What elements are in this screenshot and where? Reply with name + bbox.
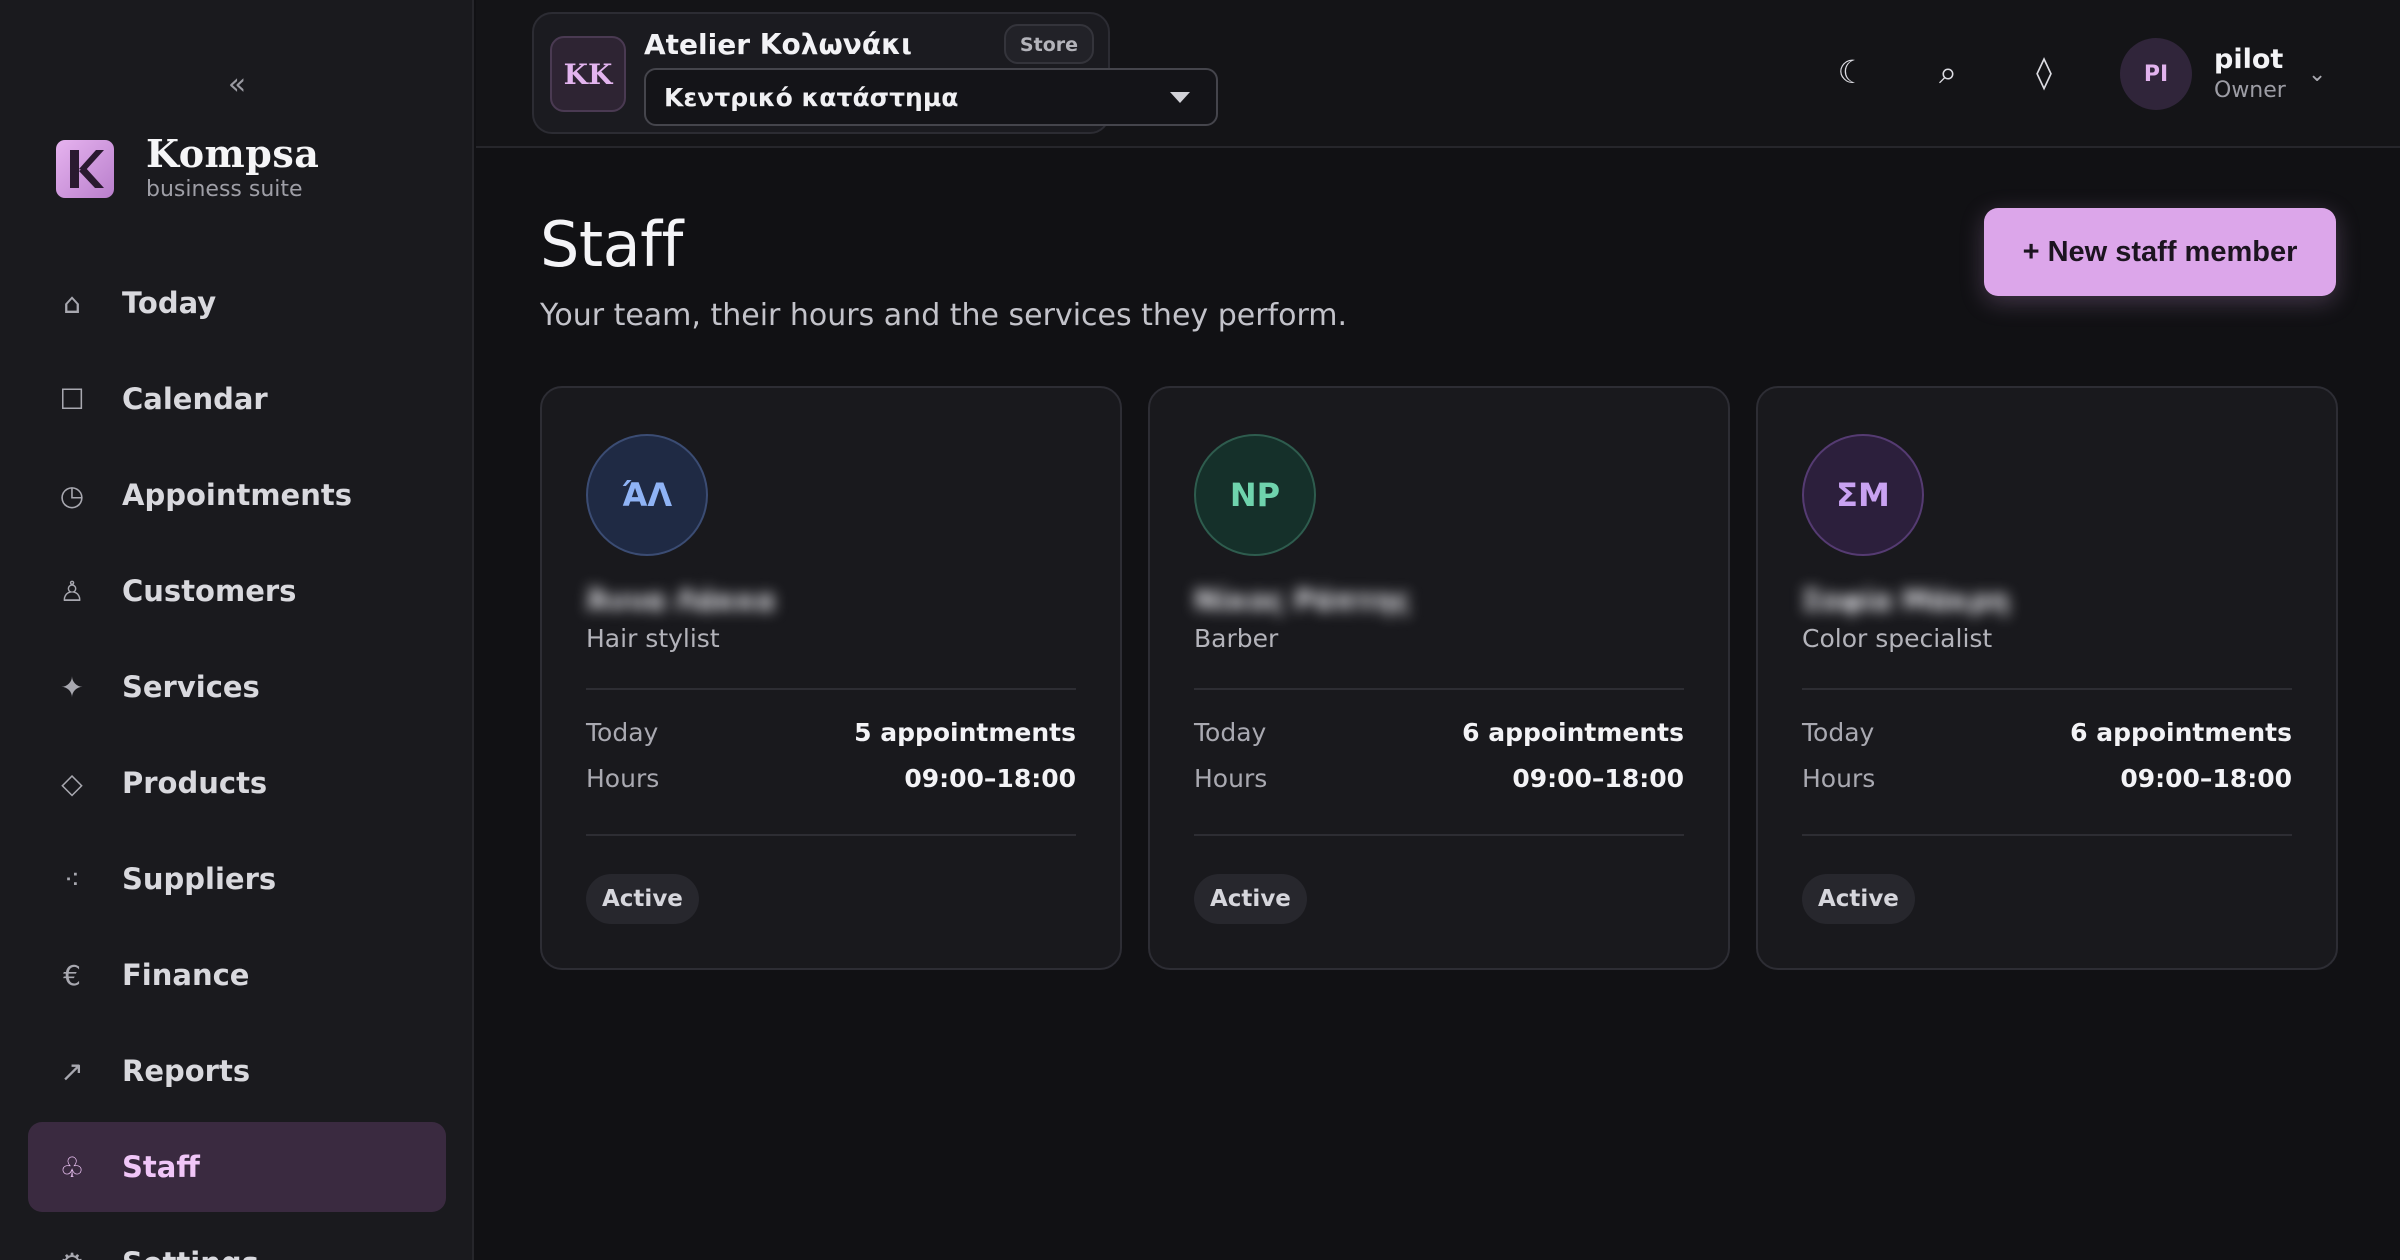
sidebar-item-label: Products (122, 766, 268, 800)
location-select[interactable]: Κεντρικό κατάστημα (644, 68, 1218, 126)
sidebar-item-staff[interactable]: ♧ Staff (28, 1122, 446, 1212)
sidebar-item-suppliers[interactable]: ⁖ Suppliers (28, 834, 446, 924)
sidebar-item-reports[interactable]: ↗ Reports (28, 1026, 446, 1116)
staff-card[interactable]: ΣΜ Σοφία Μάκρη Color specialist Today 6 appo… (1756, 386, 2338, 970)
kompsa-logo-icon (56, 140, 114, 198)
search-icon[interactable]: ⌕ (1926, 50, 1970, 94)
today-row: Today 6 appointments (1194, 718, 1684, 747)
sidebar-item-label: Finance (122, 958, 250, 992)
chevron-down-icon: ⌄ (2307, 61, 2327, 87)
hours-label: Hours (1194, 764, 1268, 793)
sidebar-item-customers[interactable]: ♙ Customers (28, 546, 446, 636)
location-select-value: Κεντρικό κατάστημα (664, 82, 959, 112)
today-label: Today (1194, 718, 1267, 747)
sidebar-item-label: Staff (122, 1150, 200, 1184)
sidebar-item-label: Services (122, 670, 260, 704)
brand[interactable]: Kompsa business suite (56, 134, 319, 204)
sidebar-item-services[interactable]: ✦ Services (28, 642, 446, 732)
today-appointments: 6 appointments (1462, 718, 1684, 747)
staff-name: Άννα Λάκκα (586, 584, 776, 617)
today-label: Today (586, 718, 659, 747)
staff-name: Σοφία Μάκρη (1802, 584, 2010, 617)
calendar-icon: ☐ (59, 382, 85, 416)
store-type-badge: Store (1003, 24, 1094, 64)
page-subtitle: Your team, their hours and the services … (540, 298, 1348, 333)
hours-label: Hours (1802, 764, 1876, 793)
sparkle-icon: ✦ (60, 670, 84, 704)
staff-card[interactable]: NP Νίκος Ράπτης Barber Today 6 appointments H… (1148, 386, 1730, 970)
store-avatar[interactable]: KK (550, 36, 626, 112)
staff-icon: ♧ (59, 1150, 85, 1184)
sidebar-item-label: Today (122, 286, 217, 320)
topbar: KK Atelier Κολωνάκι Store Κεντρικό κατάσ… (476, 0, 2400, 148)
hours-row: Hours 09:00–18:00 (1194, 764, 1684, 793)
page-title: Staff (540, 208, 683, 281)
divider (1194, 834, 1684, 836)
sidebar-item-label: Suppliers (122, 862, 277, 896)
sidebar-item-today[interactable]: ⌂ Today (28, 258, 446, 348)
store-switcher: KK Atelier Κολωνάκι Store Κεντρικό κατάσ… (532, 12, 1218, 134)
gear-icon: ⚙ (54, 1245, 90, 1260)
status-badge: Active (1802, 874, 1915, 924)
status-badge: Active (586, 874, 699, 924)
sidebar-nav: ⌂ Today ☐ Calendar ◷ Appointments ♙ Customers ✦ S… (28, 258, 446, 1260)
new-staff-member-button[interactable]: + New staff member (1984, 208, 2336, 296)
sidebar-item-label: Appointments (122, 478, 352, 512)
divider (1194, 688, 1684, 690)
working-hours: 09:00–18:00 (2120, 764, 2292, 793)
divider (1802, 834, 2292, 836)
user-name: pilot (2214, 44, 2284, 75)
sidebar: « Kompsa business suite ⌂ Today ☐ Calendar ◷… (0, 0, 474, 1260)
sidebar-item-products[interactable]: ◇ Products (28, 738, 446, 828)
user-menu[interactable]: PI pilot Owner ⌄ (2120, 36, 2326, 112)
status-badge: Active (1194, 874, 1307, 924)
hours-row: Hours 09:00–18:00 (586, 764, 1076, 793)
today-appointments: 5 appointments (854, 718, 1076, 747)
staff-name: Νίκος Ράπτης (1194, 584, 1411, 617)
person-icon: ♙ (59, 574, 85, 608)
divider (1802, 688, 2292, 690)
sidebar-item-label: Reports (122, 1054, 251, 1088)
today-row: Today 5 appointments (586, 718, 1076, 747)
avatar: ΣΜ (1802, 434, 1924, 556)
store-name: Atelier Κολωνάκι (644, 28, 912, 61)
sidebar-item-label: Settings (122, 1246, 259, 1260)
sidebar-item-label: Calendar (122, 382, 268, 416)
sidebar-item-appointments[interactable]: ◷ Appointments (28, 450, 446, 540)
sidebar-item-calendar[interactable]: ☐ Calendar (28, 354, 446, 444)
staff-role: Hair stylist (586, 624, 720, 653)
staff-role: Color specialist (1802, 624, 1993, 653)
avatar: PI (2120, 38, 2192, 110)
hours-row: Hours 09:00–18:00 (1802, 764, 2292, 793)
divider (586, 834, 1076, 836)
staff-card-list: ΆΛ Άννα Λάκκα Hair stylist Today 5 appointme… (540, 386, 2338, 970)
brand-tagline: business suite (146, 177, 303, 202)
today-row: Today 6 appointments (1802, 718, 2292, 747)
avatar: ΆΛ (586, 434, 708, 556)
today-label: Today (1802, 718, 1875, 747)
dots-icon: ⁖ (63, 862, 81, 896)
staff-role: Barber (1194, 624, 1279, 653)
moon-icon[interactable]: ☾ (1830, 50, 1874, 94)
collapse-sidebar-icon[interactable]: « (220, 68, 254, 102)
working-hours: 09:00–18:00 (904, 764, 1076, 793)
working-hours: 09:00–18:00 (1512, 764, 1684, 793)
euro-icon: € (63, 958, 81, 992)
diamond-icon[interactable]: ◊ (2022, 50, 2066, 94)
sidebar-item-label: Customers (122, 574, 297, 608)
hours-label: Hours (586, 764, 660, 793)
sidebar-item-settings[interactable]: ⚙ Settings (28, 1218, 446, 1260)
user-role: Owner (2214, 78, 2286, 103)
brand-name: Kompsa (146, 131, 320, 176)
diamond-icon: ◇ (61, 766, 83, 800)
avatar: NP (1194, 434, 1316, 556)
sidebar-item-finance[interactable]: € Finance (28, 930, 446, 1020)
divider (586, 688, 1076, 690)
clock-icon: ◷ (59, 478, 85, 512)
trend-arrow-icon: ↗ (60, 1054, 84, 1088)
today-appointments: 6 appointments (2070, 718, 2292, 747)
staff-card[interactable]: ΆΛ Άννα Λάκκα Hair stylist Today 5 appointme… (540, 386, 1122, 970)
home-icon: ⌂ (63, 286, 81, 320)
chevron-down-icon (1170, 92, 1190, 103)
